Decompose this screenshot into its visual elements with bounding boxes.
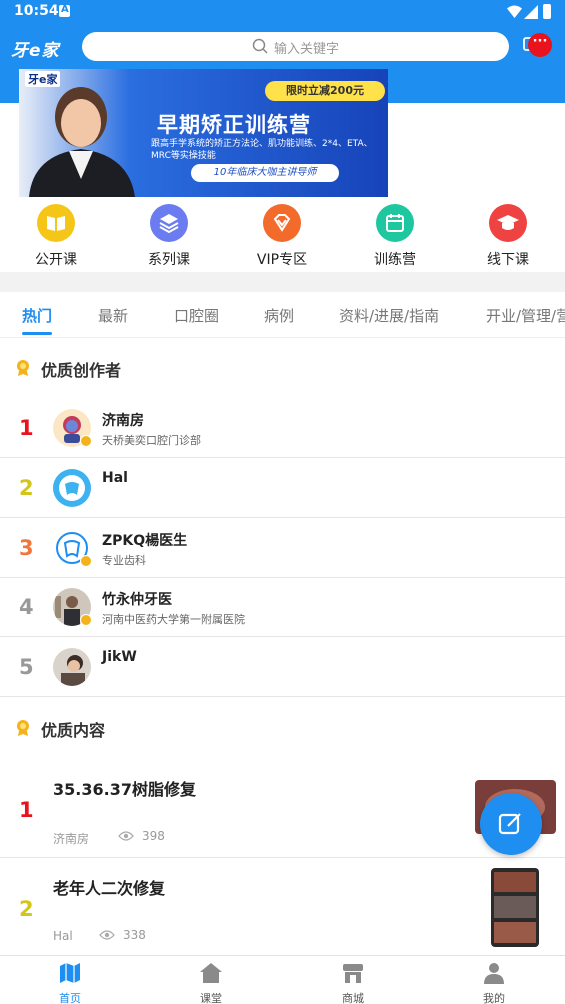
bottom-nav-home[interactable]: 首页 <box>30 962 110 1004</box>
diamond-icon <box>263 204 301 242</box>
creator-rank: 1 <box>19 416 34 440</box>
bottom-nav-label: 我的 <box>483 992 505 1004</box>
post-row[interactable]: 1 35.36.37树脂修复 济南房 398 <box>0 760 565 858</box>
creator-rank: 5 <box>19 655 34 679</box>
verified-badge <box>80 555 92 567</box>
bottom-nav: 首页 课堂 商城 我的 <box>0 955 565 1004</box>
quick-nav: 公开课 系列课 VIP专区 训练营 线下课 <box>0 204 565 270</box>
creator-desc: 河南中医药大学第一附属医院 <box>102 613 245 626</box>
creator-rank: 4 <box>19 595 34 619</box>
tab-oral-circle[interactable]: 口腔圈 <box>174 305 219 326</box>
creator-name: 济南房 <box>102 413 144 429</box>
quick-nav-label: 公开课 <box>35 252 77 268</box>
quick-nav-label: 系列课 <box>148 252 190 268</box>
category-tabs: 热门 最新 口腔圈 病例 资料/进展/指南 开业/管理/营 <box>0 292 565 338</box>
banner-headline: 早期矫正训练营 <box>157 112 311 137</box>
quick-nav-vip[interactable]: VIP专区 <box>242 204 322 269</box>
post-rank: 1 <box>19 798 34 822</box>
tab-hot[interactable]: 热门 <box>22 305 52 326</box>
home-icon <box>200 963 222 983</box>
banner-brand: 牙e家 <box>25 71 61 87</box>
user-icon <box>484 963 504 984</box>
creator-row[interactable]: 5 JikW <box>0 637 565 697</box>
eye-icon <box>118 831 134 841</box>
banner-subtitle: 跟高手学系统的矫正方法论、肌功能训练、2*4、ETA、MRC等实操技能 <box>151 139 373 161</box>
message-badge[interactable]: ··· <box>528 33 552 57</box>
status-time: 10:54 <box>14 3 59 19</box>
quick-nav-label: VIP专区 <box>256 252 308 268</box>
post-thumbnail <box>491 868 539 947</box>
bottom-nav-profile[interactable]: 我的 <box>454 962 534 1004</box>
verified-badge <box>80 614 92 626</box>
creator-name: ZPKQ楊医生 <box>102 533 188 549</box>
tab-resources[interactable]: 资料/进展/指南 <box>339 305 439 326</box>
quick-nav-label: 训练营 <box>374 252 416 268</box>
post-rank: 2 <box>19 897 34 921</box>
creator-name: 竹永仲牙医 <box>102 592 172 608</box>
avatar <box>53 469 91 507</box>
creator-name: Hal <box>102 470 128 486</box>
post-author: 济南房 <box>53 832 90 846</box>
content-section-title: 优质内容 <box>41 721 106 740</box>
quick-nav-label: 线下课 <box>487 252 529 268</box>
banner-pill: 10年临床大咖主讲导师 <box>191 164 339 182</box>
creator-rank: 3 <box>19 536 34 560</box>
quick-nav-series-course[interactable]: 系列课 <box>129 204 209 269</box>
signal-icon <box>524 5 538 19</box>
bottom-nav-label: 商城 <box>342 992 364 1004</box>
status-bar: 10:54 <box>0 0 565 24</box>
banner-tag: 限时立减200元 <box>265 81 385 101</box>
store-icon <box>343 964 363 983</box>
creators-section-title: 优质创作者 <box>41 361 122 380</box>
medal-icon <box>17 720 29 736</box>
app-logo: 牙e家 <box>11 41 60 61</box>
bottom-nav-store[interactable]: 商城 <box>313 962 393 1004</box>
bottom-nav-label: 课堂 <box>200 992 222 1004</box>
creator-name: JikW <box>102 649 137 665</box>
calendar-icon <box>376 204 414 242</box>
post-title: 老年人二次修复 <box>53 879 166 898</box>
tab-cases[interactable]: 病例 <box>264 305 294 326</box>
verified-badge <box>80 435 92 447</box>
creator-rank: 2 <box>19 476 34 500</box>
quick-nav-training-camp[interactable]: 训练营 <box>355 204 435 269</box>
search-input[interactable]: 输入关键字 <box>82 32 509 61</box>
edit-icon <box>498 813 521 835</box>
layers-icon <box>150 204 188 242</box>
tab-latest[interactable]: 最新 <box>98 305 128 326</box>
creator-row[interactable]: 1 济南房 天桥美奕口腔门诊部 <box>0 398 565 458</box>
post-views: 398 <box>142 829 165 843</box>
compose-button[interactable] <box>480 793 542 855</box>
quick-nav-public-course[interactable]: 公开课 <box>16 204 96 269</box>
creator-row[interactable]: 4 竹永仲牙医 河南中医药大学第一附属医院 <box>0 577 565 637</box>
creator-row[interactable]: 3 ZPKQ楊医生 专业齿科 <box>0 518 565 578</box>
bottom-nav-classroom[interactable]: 课堂 <box>171 962 251 1004</box>
search-placeholder: 输入关键字 <box>274 42 340 57</box>
eye-icon <box>99 930 115 940</box>
wifi-icon <box>507 5 522 18</box>
creator-row[interactable]: 2 Hal <box>0 458 565 518</box>
graduation-cap-icon <box>489 204 527 242</box>
promo-banner[interactable]: 牙e家 限时立减200元 早期矫正训练营 跟高手学系统的矫正方法论、肌功能训练、… <box>19 69 388 197</box>
tab-practice-management[interactable]: 开业/管理/营 <box>486 305 565 326</box>
notification-icon <box>59 4 70 17</box>
tab-active-indicator <box>22 332 52 335</box>
medal-icon <box>17 360 29 376</box>
creator-desc: 专业齿科 <box>102 554 146 567</box>
quick-nav-offline-course[interactable]: 线下课 <box>468 204 548 269</box>
battery-icon <box>543 4 551 19</box>
bottom-nav-label: 首页 <box>59 992 81 1004</box>
post-title: 35.36.37树脂修复 <box>53 780 196 799</box>
avatar <box>53 648 91 686</box>
book-icon <box>37 204 75 242</box>
post-views: 338 <box>123 928 146 942</box>
creator-desc: 天桥美奕口腔门诊部 <box>102 434 201 447</box>
map-icon <box>60 963 80 983</box>
section-divider <box>0 272 565 292</box>
search-icon <box>252 38 268 54</box>
post-author: Hal <box>53 929 73 943</box>
post-row[interactable]: 2 老年人二次修复 Hal 338 <box>0 859 565 957</box>
